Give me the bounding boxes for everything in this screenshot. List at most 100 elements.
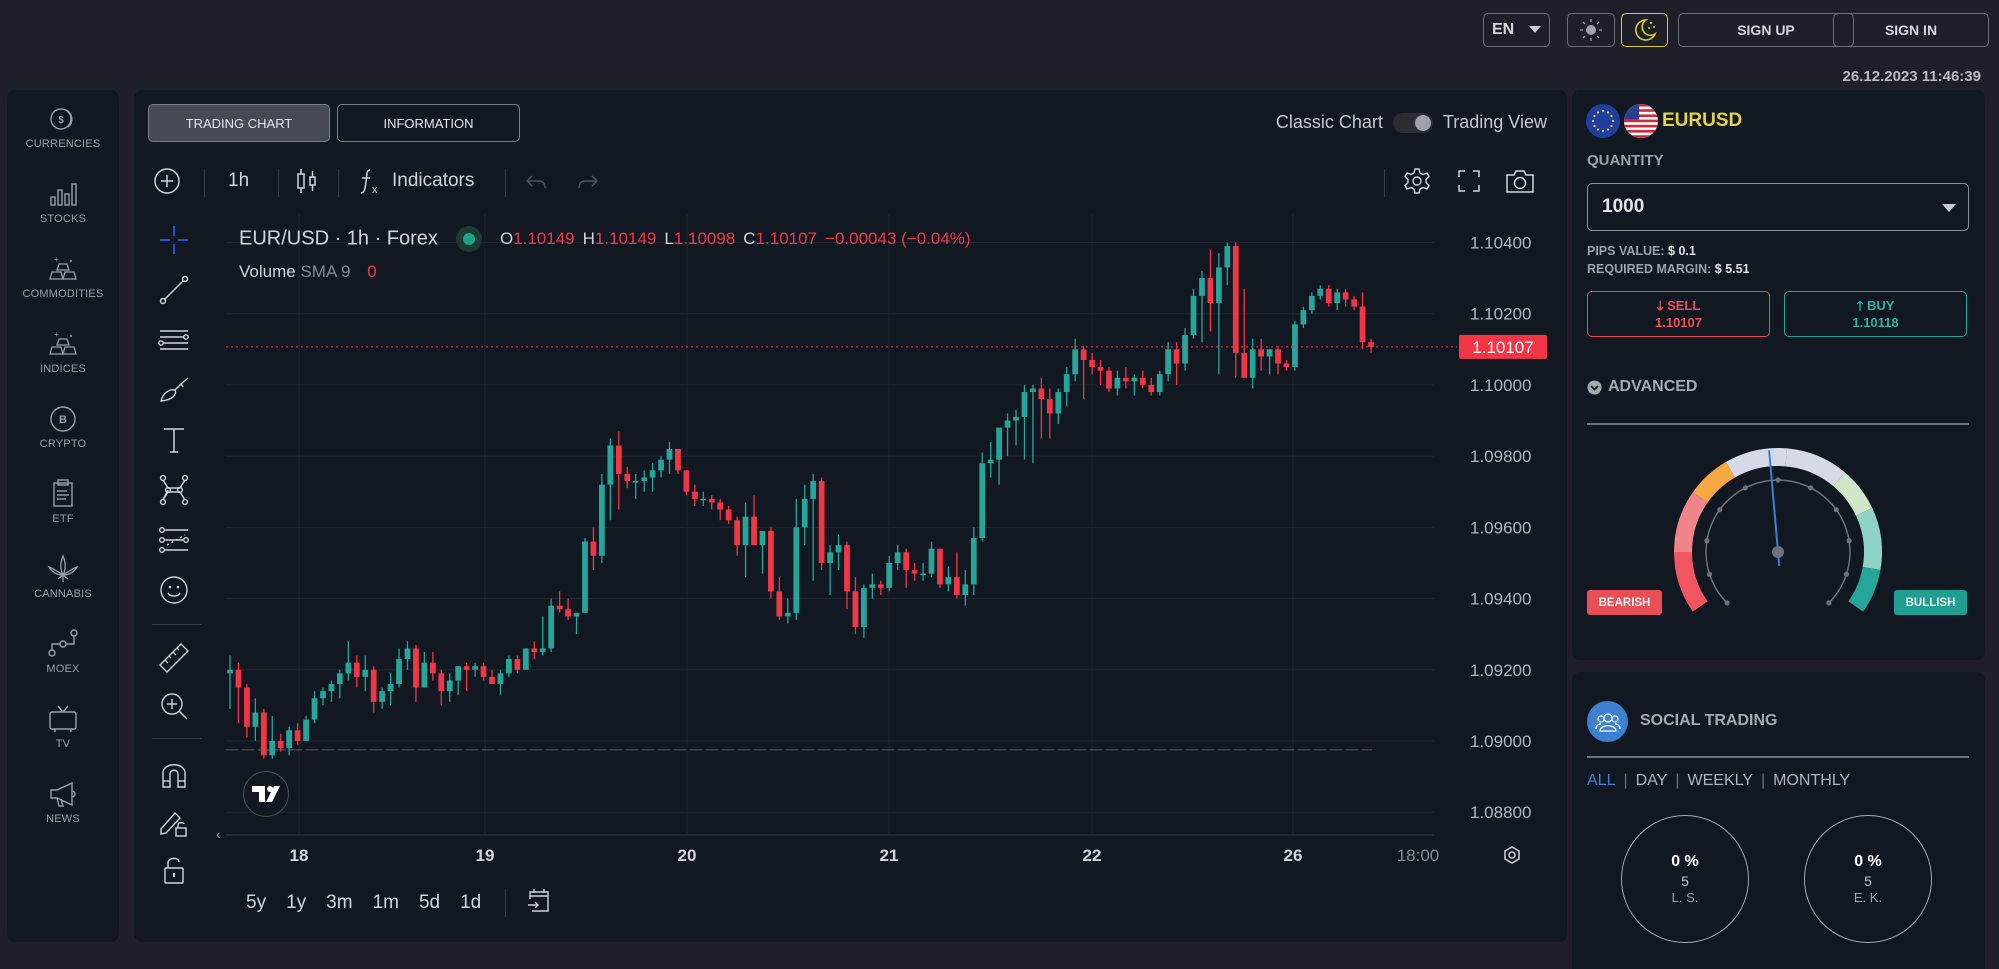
candle-down <box>903 552 910 571</box>
range-1y[interactable]: 1y <box>286 892 306 914</box>
candle-up <box>1199 278 1205 296</box>
sign-up-button[interactable]: SIGN UP <box>1678 13 1854 47</box>
candle-up <box>311 698 318 720</box>
quantity-select[interactable]: 1000 <box>1587 183 1969 231</box>
candle-down <box>277 740 284 749</box>
range-5d[interactable]: 5d <box>419 892 440 914</box>
chart-type-button[interactable] <box>294 160 320 202</box>
period-tab-monthly[interactable]: MONTHLY <box>1773 772 1850 790</box>
candle-up <box>421 662 428 688</box>
brush-tool[interactable] <box>154 370 194 410</box>
gauge-tick <box>1808 485 1814 491</box>
candle-down <box>1368 342 1374 347</box>
gauge-zone <box>1785 448 1845 487</box>
market-status-icon <box>455 226 482 252</box>
sidebar-item-currencies[interactable]: $ CURRENCIES <box>7 102 119 172</box>
sidebar-item-tv[interactable]: TV <box>7 702 119 772</box>
period-tab-weekly[interactable]: WEEKLY <box>1688 772 1754 790</box>
sidebar-item-cannabis[interactable]: CANNABIS <box>7 552 119 622</box>
lock-all-tool[interactable] <box>154 850 194 890</box>
sidebar-item-news[interactable]: NEWS <box>7 777 119 847</box>
trader-card[interactable]: 0 % 5 E. K. <box>1804 815 1932 943</box>
candle-up <box>920 573 926 576</box>
measure-tool[interactable] <box>154 638 194 678</box>
gauge-zone <box>1692 461 1735 503</box>
candle-up <box>987 459 994 464</box>
classic-chart-label[interactable]: Classic Chart <box>1276 112 1383 133</box>
pattern-tool[interactable] <box>154 470 194 510</box>
horizontal-lines-tool[interactable] <box>154 320 194 360</box>
sign-in-button[interactable]: SIGN IN <box>1833 13 1989 47</box>
tradingview-logo-icon <box>252 786 280 802</box>
undo-button[interactable] <box>524 160 548 202</box>
advanced-toggle[interactable]: ADVANCED <box>1587 378 1697 396</box>
axis-settings-icon[interactable] <box>1504 846 1520 864</box>
sidebar-item-etf[interactable]: ETF <box>7 477 119 547</box>
tab-information[interactable]: INFORMATION <box>337 104 520 142</box>
range-5y[interactable]: 5y <box>246 892 266 914</box>
candle-up <box>886 562 893 588</box>
screenshot-button[interactable] <box>1504 160 1536 202</box>
sidebar-item-label: STOCKS <box>39 213 87 225</box>
language-select[interactable]: EN <box>1483 13 1550 47</box>
lock-drawing-tool[interactable] <box>154 802 194 842</box>
redo-button[interactable] <box>576 160 600 202</box>
period-tab-day[interactable]: DAY <box>1636 772 1668 790</box>
trader-name: E. K. <box>1853 890 1883 905</box>
candle-down <box>937 548 943 585</box>
interval-button[interactable]: 1h <box>228 160 249 202</box>
y-tick-label: 1.09000 <box>1470 732 1531 751</box>
range-selector: 5y 1y 3m 1m 5d 1d <box>246 888 552 918</box>
indicators-button[interactable]: x Indicators <box>358 160 474 202</box>
volume-value: 0 <box>367 262 377 281</box>
gauge-hub <box>1772 546 1784 558</box>
sidebar-item-moex[interactable]: MOEX <box>7 627 119 697</box>
sidebar-item-crypto[interactable]: B CRYPTO <box>7 402 119 472</box>
candle-down <box>1173 349 1180 364</box>
candle-down <box>463 666 470 670</box>
sell-label: SELL <box>1667 298 1701 313</box>
magnet-tool[interactable] <box>154 754 194 794</box>
text-tool[interactable] <box>154 420 194 460</box>
fullscreen-button[interactable] <box>1456 160 1482 202</box>
sidebar-item-stocks[interactable]: STOCKS <box>7 177 119 247</box>
required-margin: REQUIRED MARGIN: $ 5.51 <box>1587 262 1750 276</box>
buy-button[interactable]: 🡑 BUY 1.10118 <box>1784 291 1967 337</box>
volume-label: Volume <box>239 262 296 281</box>
range-1d[interactable]: 1d <box>460 892 481 914</box>
add-symbol-button[interactable] <box>152 160 182 202</box>
chart-view-switch[interactable] <box>1392 112 1433 133</box>
crosshair-tool[interactable] <box>154 220 194 260</box>
range-1m[interactable]: 1m <box>373 892 399 914</box>
range-3m[interactable]: 3m <box>326 892 352 914</box>
trader-card[interactable]: 0 % 5 L. S. <box>1621 815 1749 943</box>
period-tab-all[interactable]: ALL <box>1587 772 1615 790</box>
sidebar-item-commodities[interactable]: + COMMODITIES <box>7 252 119 322</box>
plus-circle-icon <box>154 168 180 194</box>
candle-up <box>1013 416 1019 421</box>
trend-line-tool[interactable] <box>154 270 194 310</box>
go-to-date-button[interactable] <box>526 887 552 919</box>
tab-trading-chart[interactable]: TRADING CHART <box>148 104 330 142</box>
sell-button[interactable]: 🡓 SELL 1.10107 <box>1587 291 1770 337</box>
chart-settings-button[interactable] <box>1402 160 1432 202</box>
candle-down <box>1106 370 1112 389</box>
tradingview-logo[interactable] <box>243 771 289 817</box>
trading-view-label[interactable]: Trading View <box>1443 112 1547 133</box>
price-chart[interactable]: 1.10400 1.10200 1.10000 1.09800 1.09600 1.094… <box>222 210 1567 870</box>
candle-down <box>489 676 495 685</box>
sidebar-item-indices[interactable]: + INDICES <box>7 327 119 397</box>
candle-up <box>1156 374 1163 393</box>
candle-up <box>582 541 588 613</box>
dark-theme-button[interactable] <box>1621 13 1668 47</box>
social-trading-panel: SOCIAL TRADING ALL | DAY | WEEKLY | MONT… <box>1572 672 1985 969</box>
fib-tool[interactable] <box>154 520 194 560</box>
x-tick-label: 22 <box>1083 846 1102 865</box>
candle-up <box>793 527 800 613</box>
light-theme-button[interactable] <box>1567 13 1615 47</box>
emoji-tool[interactable] <box>154 570 194 610</box>
svg-text:+: + <box>54 330 59 339</box>
collapse-toolbar-icon[interactable]: ‹ <box>216 826 221 842</box>
zoom-in-tool[interactable] <box>154 686 194 726</box>
candle-down <box>1258 349 1264 357</box>
